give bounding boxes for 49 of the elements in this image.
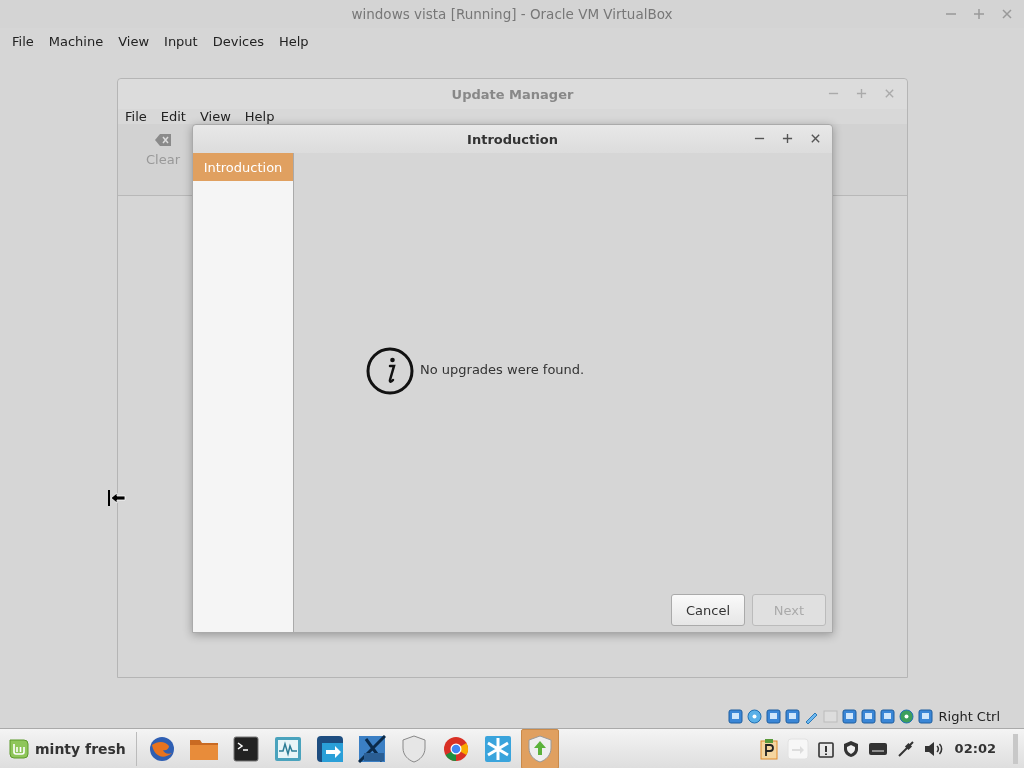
menu-button[interactable]: minty fresh [0,729,136,768]
notice-icon[interactable] [817,739,834,758]
shield-icon [400,734,427,763]
maximize-icon[interactable] [782,133,793,144]
info-icon [366,347,414,395]
arrow-app-icon [315,734,344,763]
panel-handle[interactable] [1013,733,1018,764]
status-icon[interactable] [727,709,743,724]
keyboard-icon[interactable] [867,741,888,756]
window-title: windows vista [Running] - Oracle VM VirtualBox [351,6,673,22]
volume-icon[interactable] [923,740,944,757]
menu-item[interactable]: View [111,34,158,49]
status-icon[interactable] [765,709,781,724]
status-icon[interactable] [784,709,800,724]
fox-globe-icon [147,734,176,763]
resize-cursor-icon [108,490,126,506]
virtual-machine-icon [357,734,386,763]
close-icon[interactable] [810,133,821,144]
status-icon[interactable] [898,709,914,724]
menu-item[interactable]: File [118,109,154,124]
clipboard-icon[interactable] [759,737,778,760]
clock[interactable]: 02:02 [954,741,996,756]
status-icon[interactable] [860,709,876,724]
snowflake-icon [483,734,512,763]
menu-item[interactable]: Edit [153,109,193,124]
browser-icon [441,734,470,763]
status-icon[interactable] [879,709,895,724]
menu-item[interactable]: Devices [205,34,272,49]
status-icon[interactable] [841,709,857,724]
status-icon[interactable] [746,709,762,724]
terminal-icon [232,735,259,762]
activity-monitor-icon [273,735,302,762]
leaf-logo-icon [8,737,30,760]
shield-icon[interactable] [842,739,859,758]
window-title: Update Manager [451,86,574,102]
menu-item[interactable]: Machine [41,34,112,49]
menu-item[interactable]: Input [157,34,206,49]
status-icon[interactable] [917,709,933,724]
update-shield-icon [526,734,553,763]
message-text: No upgrades were found. [420,362,585,377]
host-key-label: Right Ctrl [938,709,1000,724]
dialog-title: Introduction [467,131,558,147]
menu-item[interactable]: Help [237,109,282,124]
network-plug-icon[interactable] [896,739,915,758]
menu-item[interactable]: View [192,109,238,124]
menu-item[interactable]: File [5,34,42,49]
menu-item[interactable]: Help [271,34,317,49]
backspace-icon [155,134,171,146]
cancel-button[interactable]: Cancel [671,594,745,626]
